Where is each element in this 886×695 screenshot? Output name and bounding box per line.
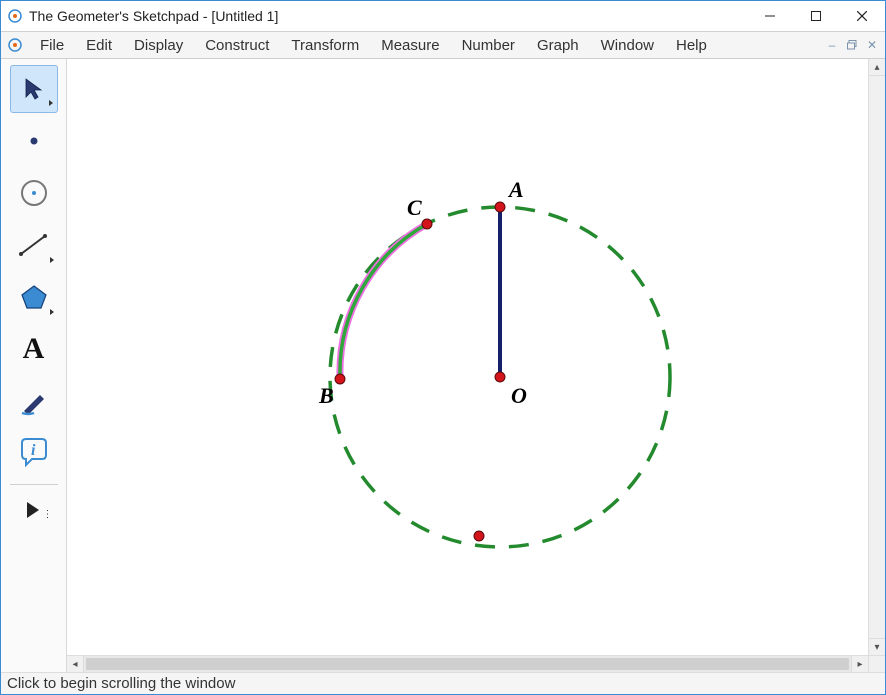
menu-file[interactable]: File bbox=[29, 34, 75, 57]
circle-tool[interactable] bbox=[10, 169, 58, 217]
arrow-tool[interactable] bbox=[10, 65, 58, 113]
marker-tool[interactable] bbox=[10, 377, 58, 425]
scroll-track[interactable] bbox=[84, 656, 851, 672]
menu-measure[interactable]: Measure bbox=[370, 34, 450, 57]
close-button[interactable] bbox=[839, 1, 885, 31]
chevron-right-icon bbox=[50, 257, 54, 263]
window-title: The Geometer's Sketchpad - [Untitled 1] bbox=[29, 8, 747, 24]
statusbar: Click to begin scrolling the window bbox=[1, 672, 885, 694]
horizontal-scrollbar[interactable]: ◂ ▸ bbox=[67, 655, 868, 672]
menu-help[interactable]: Help bbox=[665, 34, 718, 57]
label-C[interactable]: C bbox=[407, 195, 422, 220]
point-O[interactable] bbox=[495, 372, 505, 382]
maximize-button[interactable] bbox=[793, 1, 839, 31]
text-tool[interactable]: A bbox=[10, 325, 58, 373]
label-B[interactable]: B bbox=[318, 383, 334, 408]
sketch-canvas[interactable]: A C B O ▴ ▾ ◂ ▸ bbox=[67, 59, 885, 672]
toolbar-separator bbox=[10, 484, 58, 485]
minimize-button[interactable] bbox=[747, 1, 793, 31]
app-window: The Geometer's Sketchpad - [Untitled 1] … bbox=[0, 0, 886, 695]
menu-window[interactable]: Window bbox=[590, 34, 665, 57]
chevron-right-icon bbox=[50, 309, 54, 315]
mdi-restore-button[interactable] bbox=[843, 37, 861, 53]
point-B[interactable] bbox=[335, 374, 345, 384]
menu-edit[interactable]: Edit bbox=[75, 34, 123, 57]
menu-display[interactable]: Display bbox=[123, 34, 194, 57]
menubar: File Edit Display Construct Transform Me… bbox=[1, 32, 885, 59]
scroll-right-button[interactable]: ▸ bbox=[851, 656, 868, 672]
scroll-down-button[interactable]: ▾ bbox=[869, 638, 885, 655]
info-tool[interactable]: i bbox=[10, 429, 58, 477]
svg-text:i: i bbox=[31, 442, 36, 459]
document-icon bbox=[7, 37, 23, 53]
menu-construct[interactable]: Construct bbox=[194, 34, 280, 57]
point-C[interactable] bbox=[422, 219, 432, 229]
menu-number[interactable]: Number bbox=[451, 34, 526, 57]
app-icon bbox=[7, 8, 23, 24]
mdi-controls: – ✕ bbox=[823, 37, 885, 53]
dots-icon: ⋮ bbox=[43, 509, 54, 520]
point-A[interactable] bbox=[495, 202, 505, 212]
line-tool[interactable] bbox=[10, 221, 58, 269]
scroll-corner bbox=[868, 655, 885, 672]
polygon-tool[interactable] bbox=[10, 273, 58, 321]
point-tool[interactable] bbox=[10, 117, 58, 165]
menu-transform[interactable]: Transform bbox=[280, 34, 370, 57]
scroll-thumb[interactable] bbox=[86, 658, 849, 670]
arc-BC-highlight bbox=[340, 224, 427, 377]
label-O[interactable]: O bbox=[511, 383, 527, 408]
scroll-up-button[interactable]: ▴ bbox=[869, 59, 885, 76]
chevron-right-icon bbox=[49, 100, 53, 106]
mdi-close-button[interactable]: ✕ bbox=[863, 37, 881, 53]
canvas-area: A C B O ▴ ▾ ◂ ▸ bbox=[67, 59, 885, 672]
menu-graph[interactable]: Graph bbox=[526, 34, 590, 57]
mdi-minimize-button[interactable]: – bbox=[823, 37, 841, 53]
custom-tool[interactable]: ⋮ bbox=[10, 492, 58, 528]
body: A i ⋮ bbox=[1, 59, 885, 672]
scroll-left-button[interactable]: ◂ bbox=[67, 656, 84, 672]
point-bottom[interactable] bbox=[474, 531, 484, 541]
label-A[interactable]: A bbox=[507, 177, 524, 202]
toolbar: A i ⋮ bbox=[1, 59, 67, 672]
status-text: Click to begin scrolling the window bbox=[7, 675, 235, 692]
window-controls bbox=[747, 1, 885, 31]
titlebar: The Geometer's Sketchpad - [Untitled 1] bbox=[1, 1, 885, 32]
vertical-scrollbar[interactable]: ▴ ▾ bbox=[868, 59, 885, 655]
